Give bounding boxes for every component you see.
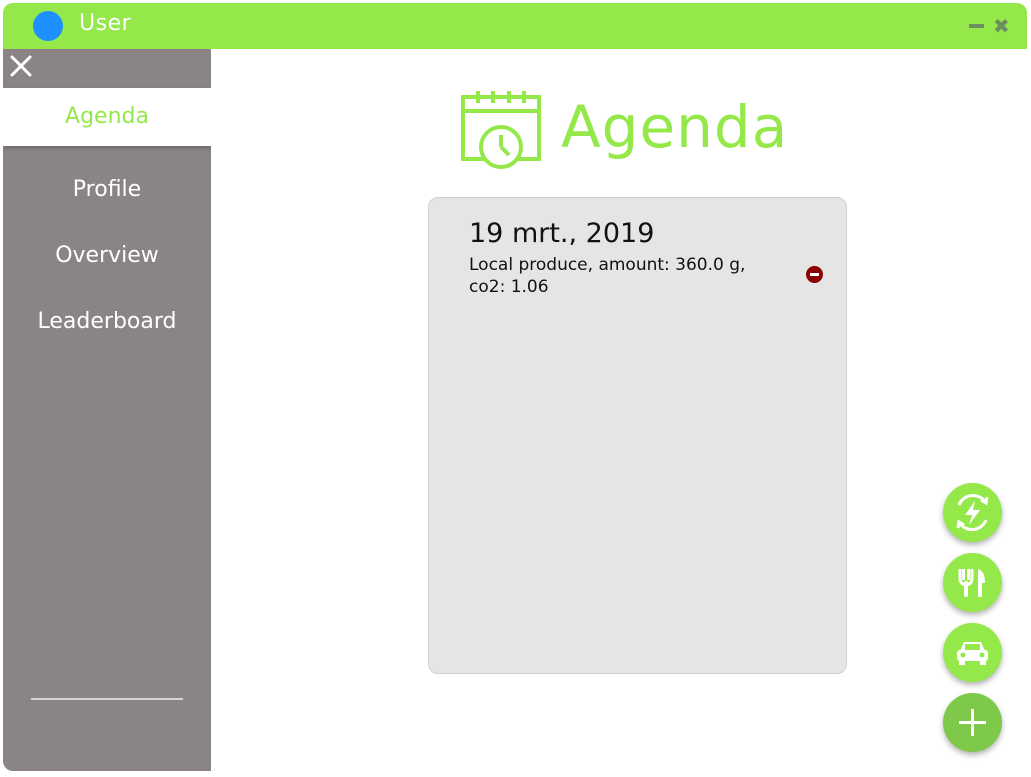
entry-date: 19 mrt., 2019: [469, 218, 655, 249]
sidebar-item-overview[interactable]: Overview: [3, 227, 211, 285]
food-icon: [958, 569, 985, 597]
main-content: Agenda 19 mrt., 2019 Local produce, amou…: [211, 49, 1027, 771]
entry-description: Local produce, amount: 360.0 g, co2: 1.0…: [469, 255, 746, 297]
sidebar: Agenda Profile Overview Leaderboard: [3, 49, 211, 771]
page-title: Agenda: [561, 93, 789, 161]
add-button[interactable]: [943, 693, 1002, 752]
sidebar-item-leaderboard[interactable]: Leaderboard: [3, 293, 211, 351]
app-window: User ✖ Agenda Profile Overview Leaderboa…: [3, 3, 1027, 771]
remove-entry-button[interactable]: [806, 266, 823, 283]
app-icon: [33, 11, 63, 41]
close-sidebar-icon[interactable]: [9, 53, 33, 79]
energy-icon: [956, 493, 989, 532]
sidebar-item-agenda[interactable]: Agenda: [3, 88, 211, 146]
minimize-button[interactable]: [969, 24, 984, 28]
add-food-button[interactable]: [943, 553, 1002, 612]
add-energy-button[interactable]: [943, 483, 1002, 542]
agenda-list: 19 mrt., 2019 Local produce, amount: 360…: [428, 197, 847, 674]
sidebar-item-profile[interactable]: Profile: [3, 161, 211, 219]
sidebar-divider: [31, 698, 183, 700]
close-window-button[interactable]: ✖: [993, 14, 1010, 38]
title-bar[interactable]: User ✖: [3, 3, 1027, 49]
car-icon: [957, 642, 988, 665]
calendar-clock-icon: [460, 89, 542, 171]
add-transport-button[interactable]: [943, 623, 1002, 682]
plus-icon: [959, 709, 986, 736]
window-title: User: [79, 11, 132, 36]
